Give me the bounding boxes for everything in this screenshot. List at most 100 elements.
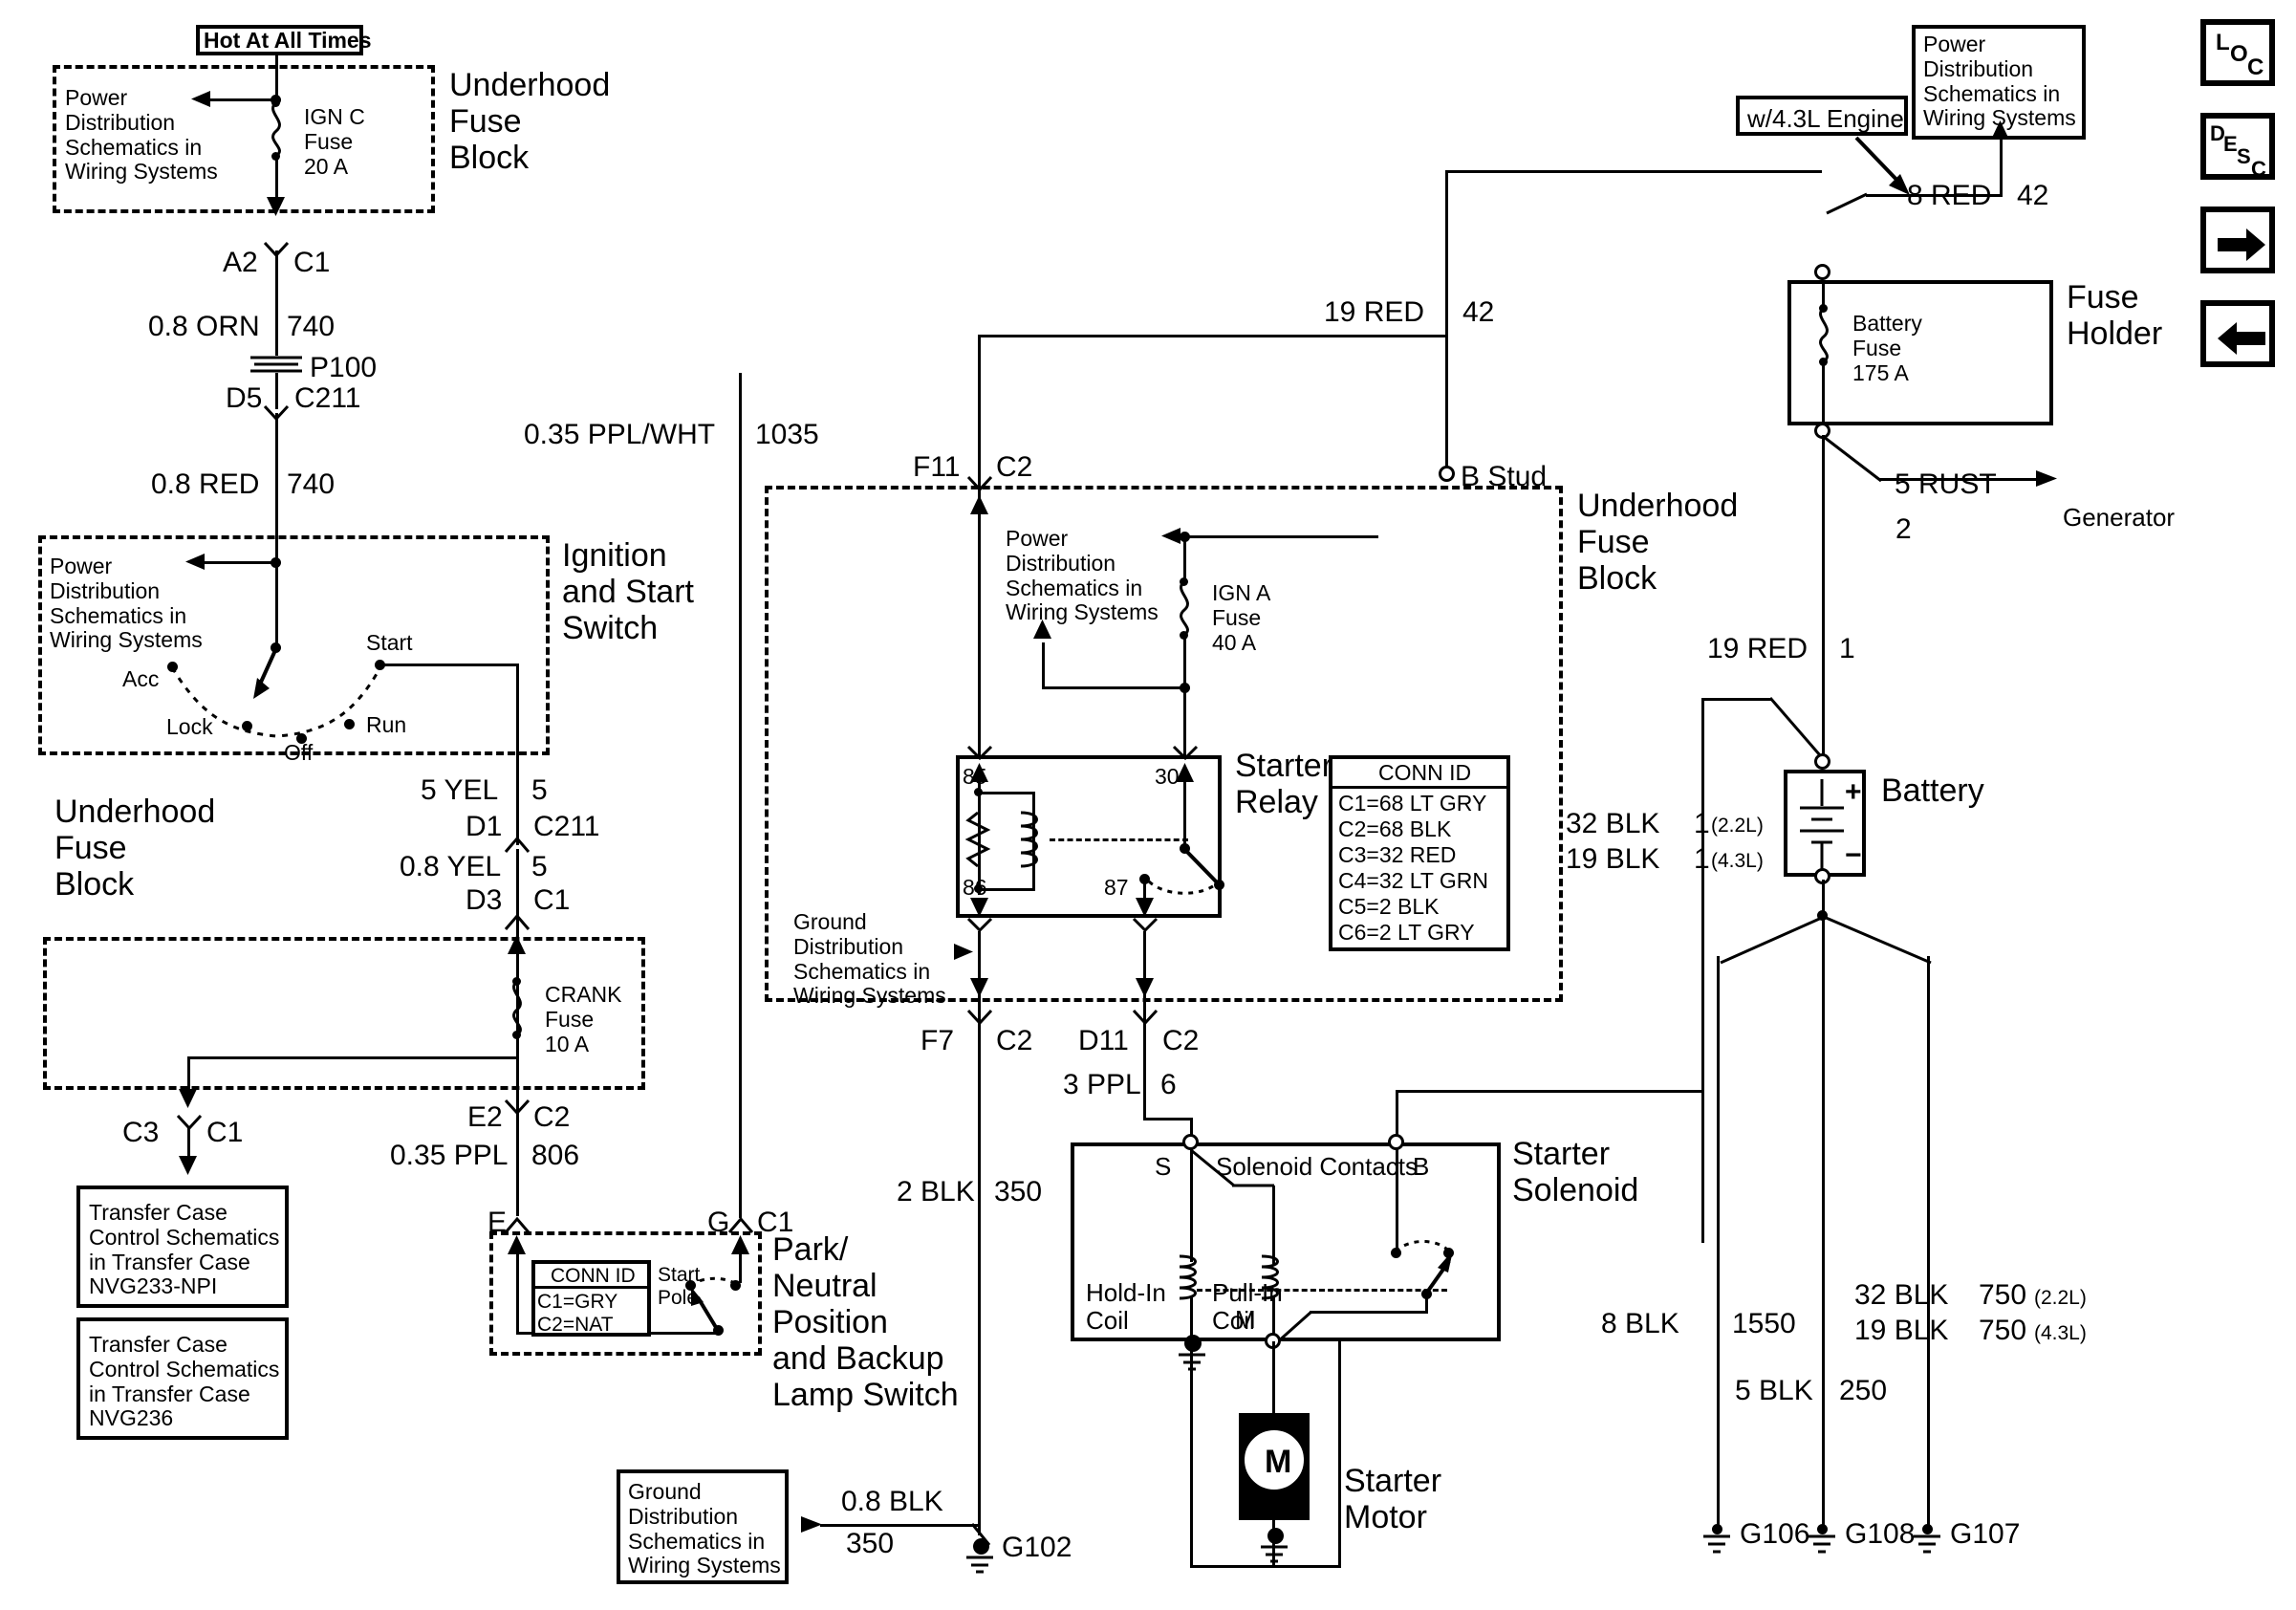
starter-motor-ground-dot [1267,1528,1284,1544]
b-stud-terminal [1439,466,1455,482]
connector-c211-a: C211 [294,382,361,414]
arrow-down-c3 [179,1089,197,1108]
ignition-position-acc-label: Acc [122,666,160,691]
arrow-right-generator [2036,470,2057,487]
wire-label-5-rust: 5 RUST [1895,468,1997,500]
connector-e2: E2 [467,1101,503,1133]
arrow-down-d11 [1136,978,1154,997]
ignition-position-lock-label: Lock [166,714,213,739]
arrow-up-pd-3 [1033,620,1051,639]
wire-to-power-dist-2 [201,561,277,564]
ground-g108-icon [1809,1534,1835,1554]
crank-fuse-label: CRANK Fuse 10 A [545,982,622,1056]
connector-d1: D1 [466,811,503,842]
wire-circuit-750-22l: 750 [1979,1279,2027,1311]
ground-g102-icon [966,1556,993,1574]
connector-a2: A2 [223,247,258,278]
solenoid-s-branch [1190,1148,1274,1187]
wire-g106-v [1717,956,1720,1530]
wire-8red-up [2000,140,2003,197]
wire-0-8-blk-h [820,1524,978,1527]
conn-id-main-row-5: C6=2 LT GRY [1338,920,1475,945]
relay-terminal-87: 87 [1104,875,1129,900]
wire-crank-left [187,1056,519,1059]
wire-ign-a-pd-up [1042,642,1045,688]
wire-circuit-1035: 1035 [755,419,819,450]
loc-curved-text-icon: L O C [2216,30,2264,80]
wire-d11-v [1143,931,1146,1021]
conn-id-main-divider [1331,786,1508,789]
battery-cell-symbol [1800,779,1844,871]
wire-variant-2-2l-b: (2.2L) [2034,1287,2087,1309]
ignition-position-off-label: Off [284,740,314,765]
solenoid-terminal-s: S [1155,1152,1172,1181]
connector-f7: F7 [921,1025,955,1056]
conn-id-main-row-3: C4=32 LT GRN [1338,868,1489,893]
connector-c2-a: C2 [533,1101,571,1133]
connector-c2-d: C2 [1162,1025,1200,1056]
power-distribution-label-4: Power Distribution Schematics in Wiring … [1923,32,2076,131]
hold-in-coil-symbol [1179,1254,1197,1300]
hold-in-coil-label: Hold-In Coil [1086,1278,1166,1336]
connector-symbol-relay-30 [1172,745,1199,761]
ignition-position-run-label: Run [366,712,407,737]
connector-c2-c: C2 [996,1025,1033,1056]
wire-g108-v [1822,880,1825,1530]
wire-fuse-holder-in [1822,280,1825,307]
w43l-engine-label: w/4.3L Engine [1747,104,1904,133]
wire-motor-center-v [1272,1341,1275,1414]
ground-distribution-label-2: Ground Distribution Schematics in Wiring… [628,1479,781,1578]
wire-ign-a-to-pd [1042,686,1183,689]
wire-label-19-red-1: 19 RED [1707,633,1809,664]
relay-coil-top-h [978,792,1035,794]
wire-label-0-8-orn: 0.8 ORN [148,311,260,342]
wire-label-3-ppl: 3 PPL [1063,1069,1141,1100]
ground-dist-arrow-in [954,944,973,960]
loc-button[interactable]: L O C [2200,19,2275,86]
transfer-case-box-2-label: Transfer Case Control Schematics in Tran… [89,1332,280,1431]
ground-g108-label: G108 [1845,1518,1916,1550]
relay-contact-dotted [1147,880,1218,895]
wire-circuit-5-b: 5 [531,851,548,882]
wire-motor-bottom-h [1190,1565,1340,1568]
wire-pullin-top-v [1272,1186,1275,1264]
wire-8red-diagonal [1826,192,1868,215]
park-neutral-switch-label: Park/ Neutral Position and Backup Lamp S… [772,1231,959,1414]
ignition-position-run-dot [344,719,355,729]
ign-c-fuse-label: IGN C Fuse 20 A [304,104,365,179]
wire-label-8-red: 8 RED [1907,180,1992,211]
arrow-left-1 [191,91,210,107]
connector-symbol-g [727,1216,754,1233]
wire-f11-relay-85 [978,335,981,755]
wire-relay-87-v [1143,878,1146,899]
svg-text:L: L [2216,30,2230,55]
wire-circuit-42-b: 42 [2017,180,2049,211]
wire-relay-30-v [1183,780,1186,851]
conn-id-pnp-row-0: C1=GRY [537,1291,618,1313]
wire-p100-down [275,373,278,409]
connector-f11: F11 [913,451,961,483]
wire-label-32-blk-1: 32 BLK [1566,808,1660,839]
wire-motor-stub-v [1272,1520,1275,1568]
wire-a2-to-p100 [275,250,278,356]
fuse-holder-label: Fuse Holder [2067,279,2163,353]
wire-blk1-h [1701,698,1772,701]
solenoid-plunger-link [1197,1289,1447,1292]
ground-distribution-label-1: Ground Distribution Schematics in Wiring… [793,909,946,1009]
wire-blk1-v [1701,698,1704,1243]
desc-button[interactable]: D E S C [2200,113,2275,181]
prev-button[interactable] [2200,300,2275,367]
conn-id-pnp-header: CONN ID [551,1265,636,1287]
battery-label: Battery [1881,772,1984,809]
ign-c-fuse-symbol [271,100,281,158]
wire-2blk-350 [978,1019,981,1535]
arrow-down-relay-87 [1136,898,1154,917]
relay-terminal-85: 85 [963,764,987,789]
connector-c1-a: C1 [293,247,331,278]
svg-text:S: S [2237,144,2251,168]
wire-f11-top-h [978,335,1446,337]
wire-fuse-out [275,156,278,202]
next-button[interactable] [2200,207,2275,273]
arrow-up-8red [1991,120,2009,140]
wire-label-5-blk-250: 5 BLK [1735,1375,1813,1406]
